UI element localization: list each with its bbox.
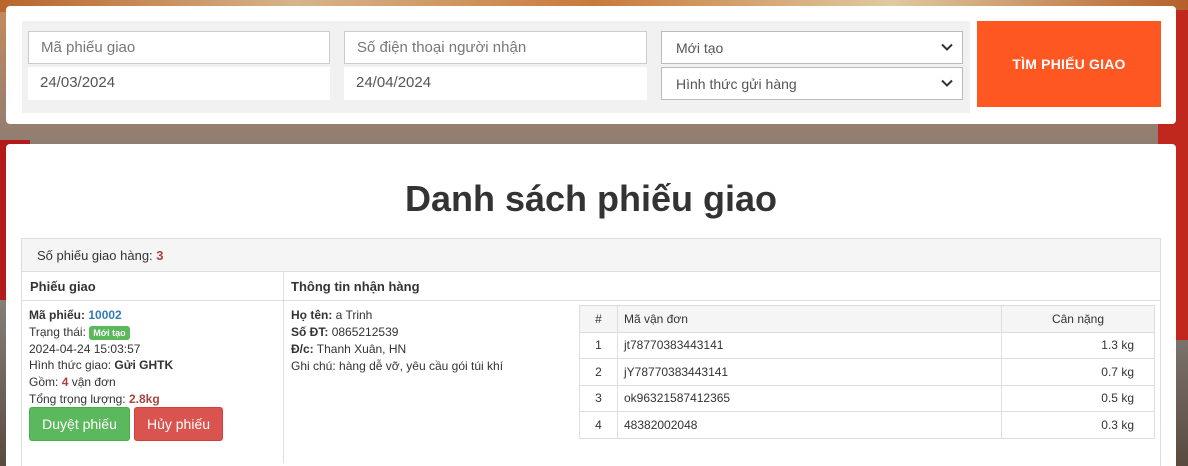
receiver-address: Thanh Xuân, HN — [316, 342, 407, 356]
receiver-phone: 0865212539 — [331, 325, 399, 339]
waybill-weight: 0.5 kg — [1001, 384, 1155, 412]
page-title: Danh sách phiếu giao — [404, 178, 778, 219]
waybill-code: ok96321587412365 — [617, 384, 1002, 412]
waybill-row: 1 jt78770383443141 1.3 kg — [579, 331, 1155, 359]
cancel-button[interactable]: Hủy phiếu — [134, 407, 223, 441]
count-label: Số phiếu giao hàng: — [37, 248, 153, 263]
waybill-row: 3 ok96321587412365 0.5 kg — [579, 384, 1155, 412]
waybill-row: 2 jY78770383443141 0.7 kg — [579, 358, 1155, 386]
status-label: Trạng thái: — [29, 324, 86, 339]
waybill-col-index: # — [579, 305, 618, 333]
method-select-value: Hình thức gửi hàng — [676, 76, 797, 92]
chevron-down-icon — [941, 43, 953, 51]
method-value: Gửi GHTK — [114, 358, 174, 373]
includes-label: Gồm: — [29, 375, 59, 390]
waybill-weight: 0.7 kg — [1001, 358, 1155, 386]
waybill-index: 1 — [579, 331, 618, 359]
delivery-info-cell: Mã phiếu: 10002 Trạng thái: Mới tạo 2024… — [22, 301, 284, 463]
phone-input[interactable]: Số điện thoại người nhận — [344, 31, 647, 64]
note-label: Ghi chú: — [291, 359, 336, 373]
waybill-weight: 1.3 kg — [1001, 331, 1155, 359]
name-label: Họ tên: — [291, 308, 333, 322]
waybill-index: 4 — [579, 411, 618, 439]
date-from-input[interactable]: 24/03/2024 — [28, 67, 330, 100]
phone-label: Số ĐT: — [291, 325, 329, 339]
method-label: Hình thức giao: — [29, 358, 112, 373]
count-value: 3 — [156, 248, 164, 263]
waybill-code: 48382002048 — [617, 411, 1002, 439]
status-select[interactable]: Mới tạo — [661, 31, 963, 64]
waybill-index: 2 — [579, 358, 618, 386]
code-input[interactable]: Mã phiếu giao — [28, 31, 330, 64]
search-button[interactable]: TÌM PHIẾU GIAO — [977, 21, 1161, 107]
delivery-list-panel: Danh sách phiếu giao Số phiếu giao hàng:… — [6, 144, 1176, 466]
table-header: Phiếu giao Thông tin nhận hàng — [21, 272, 1161, 301]
delivery-code-link[interactable]: 10002 — [88, 308, 121, 322]
table-row: Mã phiếu: 10002 Trạng thái: Mới tạo 2024… — [21, 300, 1161, 466]
receiver-name: a Trinh — [335, 308, 373, 322]
waybill-col-weight: Cân nặng — [1001, 305, 1155, 333]
method-select[interactable]: Hình thức gửi hàng — [661, 67, 963, 100]
col-delivery-header: Phiếu giao — [22, 272, 284, 300]
waybill-header-row: # Mã vận đơn Cân nặng — [579, 305, 1155, 333]
receiver-info-cell: Họ tên: a Trinh Số ĐT: 0865212539 Đ/c: T… — [284, 301, 580, 381]
status-select-value: Mới tạo — [676, 40, 724, 56]
total-weight: 2.8kg — [128, 391, 160, 406]
waybill-col-code: Mã vận đơn — [617, 305, 1002, 333]
date-to-input[interactable]: 24/04/2024 — [344, 67, 647, 100]
col-receiver-header: Thông tin nhận hàng — [291, 279, 420, 294]
chevron-down-icon — [941, 79, 953, 87]
code-label: Mã phiếu: — [29, 308, 85, 322]
search-fields: Mã phiếu giao 24/03/2024 Số điện thoại n… — [22, 21, 970, 113]
delivery-count-bar: Số phiếu giao hàng: 3 — [21, 238, 1161, 272]
includes-unit: vận đơn — [71, 375, 116, 390]
approve-button[interactable]: Duyệt phiếu — [29, 407, 130, 441]
search-panel: Mã phiếu giao 24/03/2024 Số điện thoại n… — [6, 6, 1176, 124]
includes-count: 4 — [61, 375, 69, 390]
delivery-datetime: 2024-04-24 15:03:57 — [29, 341, 141, 356]
waybill-weight: 0.3 kg — [1001, 411, 1155, 439]
weight-label: Tổng trọng lượng: — [29, 391, 126, 406]
waybill-index: 3 — [579, 384, 618, 412]
waybill-code: jY78770383443141 — [617, 358, 1002, 386]
address-label: Đ/c: — [291, 342, 314, 356]
waybill-row: 4 48382002048 0.3 kg — [579, 411, 1155, 439]
status-badge: Mới tạo — [89, 325, 130, 340]
waybill-code: jt78770383443141 — [617, 331, 1002, 359]
receiver-note: hàng dễ vỡ, yêu cầu gói túi khí — [339, 359, 504, 373]
waybill-table: # Mã vận đơn Cân nặng 1 jt78770383443141… — [579, 305, 1155, 439]
